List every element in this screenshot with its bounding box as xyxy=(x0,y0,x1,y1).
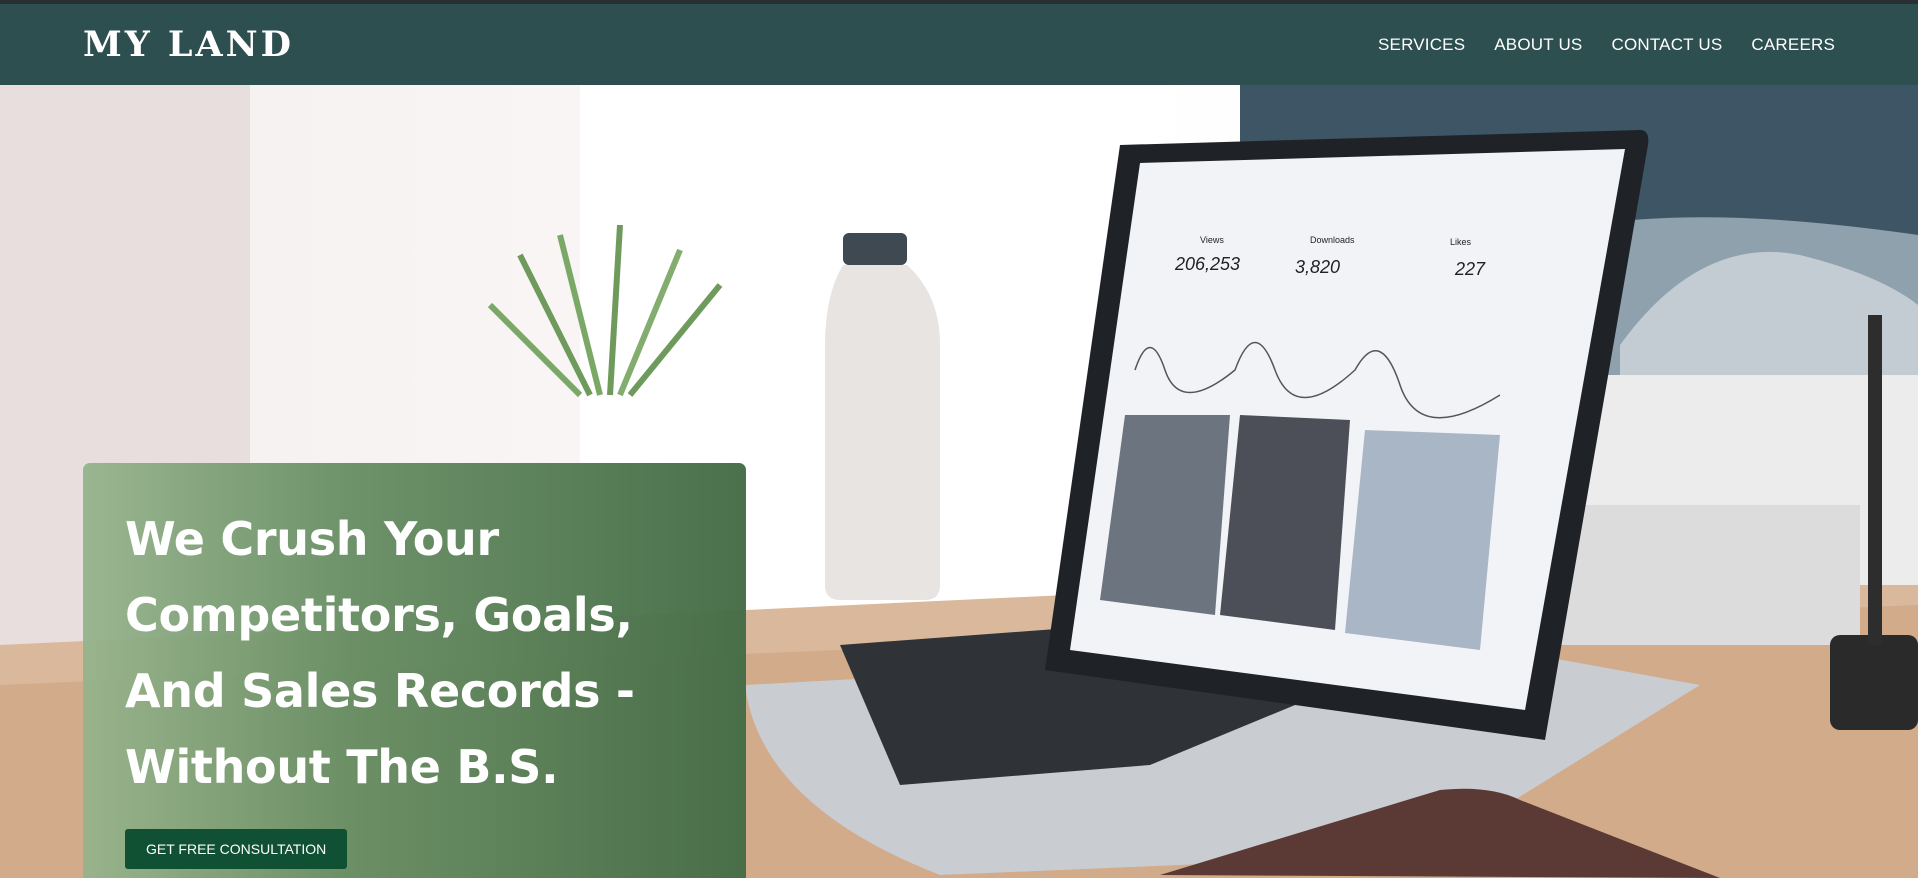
get-free-consultation-button[interactable]: GET FREE CONSULTATION xyxy=(125,829,348,869)
screen-thumb-3 xyxy=(1345,430,1500,650)
hero-title: We Crush Your Competitors, Goals, And Sa… xyxy=(125,512,635,794)
nav-link-services[interactable]: SERVICES xyxy=(1378,35,1465,55)
hero-card: We Crush Your Competitors, Goals, And Sa… xyxy=(83,463,746,878)
stat-downloads-label: Downloads xyxy=(1310,235,1355,245)
stat-views-value: 206,253 xyxy=(1174,254,1240,274)
bottle xyxy=(825,265,940,600)
monitor-stand xyxy=(1560,505,1860,645)
navbar: MY LAND SERVICES ABOUT US CONTACT US CAR… xyxy=(0,4,1918,85)
bottle-cap xyxy=(843,233,907,265)
screen-thumb-2 xyxy=(1220,415,1350,630)
nav-link-about-us[interactable]: ABOUT US xyxy=(1494,35,1582,55)
stat-downloads-value: 3,820 xyxy=(1295,257,1340,277)
hero-section: Views 206,253 Downloads 3,820 Likes 227 … xyxy=(0,85,1918,878)
main-nav: SERVICES ABOUT US CONTACT US CAREERS xyxy=(1378,35,1835,55)
stat-views-label: Views xyxy=(1200,235,1224,245)
stat-likes-value: 227 xyxy=(1454,259,1486,279)
pen-holder xyxy=(1830,635,1918,730)
pen xyxy=(1868,315,1882,645)
nav-link-careers[interactable]: CAREERS xyxy=(1751,35,1835,55)
stat-likes-label: Likes xyxy=(1450,237,1472,247)
nav-link-contact-us[interactable]: CONTACT US xyxy=(1611,35,1722,55)
brand-logo[interactable]: MY LAND xyxy=(83,24,294,65)
